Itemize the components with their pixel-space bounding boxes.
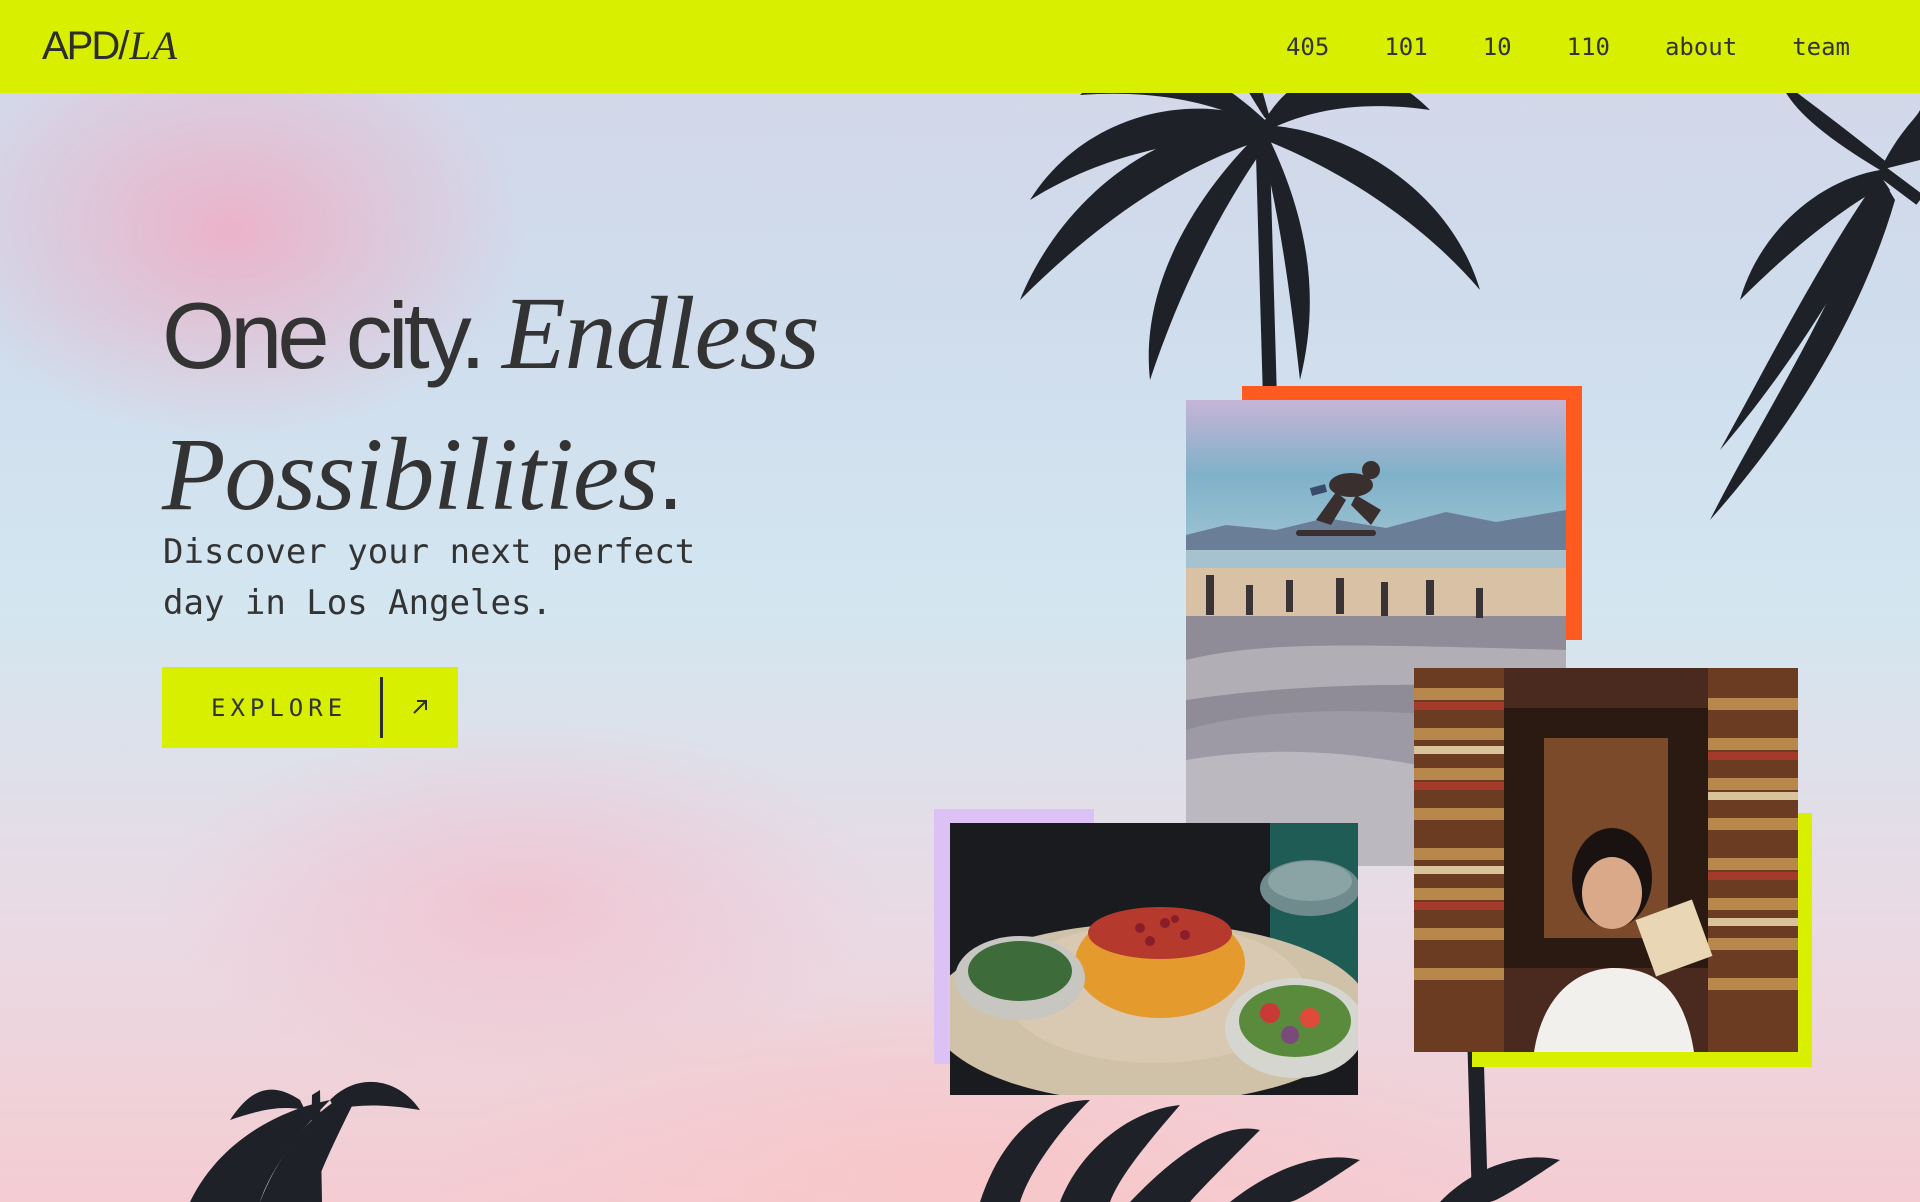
- explore-button-divider: [380, 677, 383, 738]
- nav-item-110[interactable]: 110: [1567, 32, 1610, 62]
- nav-item-team[interactable]: team: [1792, 32, 1850, 62]
- explore-button[interactable]: EXPLORE: [162, 667, 458, 748]
- tahdig-dish-image: [950, 823, 1358, 1095]
- nav-item-10[interactable]: 10: [1483, 32, 1512, 62]
- bookstore-image: [1414, 668, 1798, 1052]
- nav-item-405[interactable]: 405: [1286, 32, 1329, 62]
- logo-main-text: APD/: [42, 24, 129, 68]
- nav-item-101[interactable]: 101: [1384, 32, 1427, 62]
- headline-plain-text: One city.: [162, 283, 503, 388]
- hero-headline: One city. Endless Possibilities.: [162, 275, 962, 557]
- photo-persian-rice-dish[interactable]: [950, 823, 1358, 1095]
- nav-item-about[interactable]: about: [1665, 32, 1737, 62]
- top-navigation-bar: APD/LA 405 101 10 110 about team: [0, 0, 1920, 93]
- photo-bookstore-reader[interactable]: [1414, 668, 1798, 1052]
- logo-accent-text: LA: [129, 23, 179, 68]
- explore-button-label: EXPLORE: [211, 693, 348, 722]
- headline-period: .: [657, 424, 683, 529]
- hero-subtitle: Discover your next perfect day in Los An…: [163, 532, 696, 623]
- arrow-up-right-icon: [413, 700, 427, 714]
- main-nav: 405 101 10 110 about team: [1231, 32, 1850, 62]
- site-logo[interactable]: APD/LA: [42, 22, 178, 70]
